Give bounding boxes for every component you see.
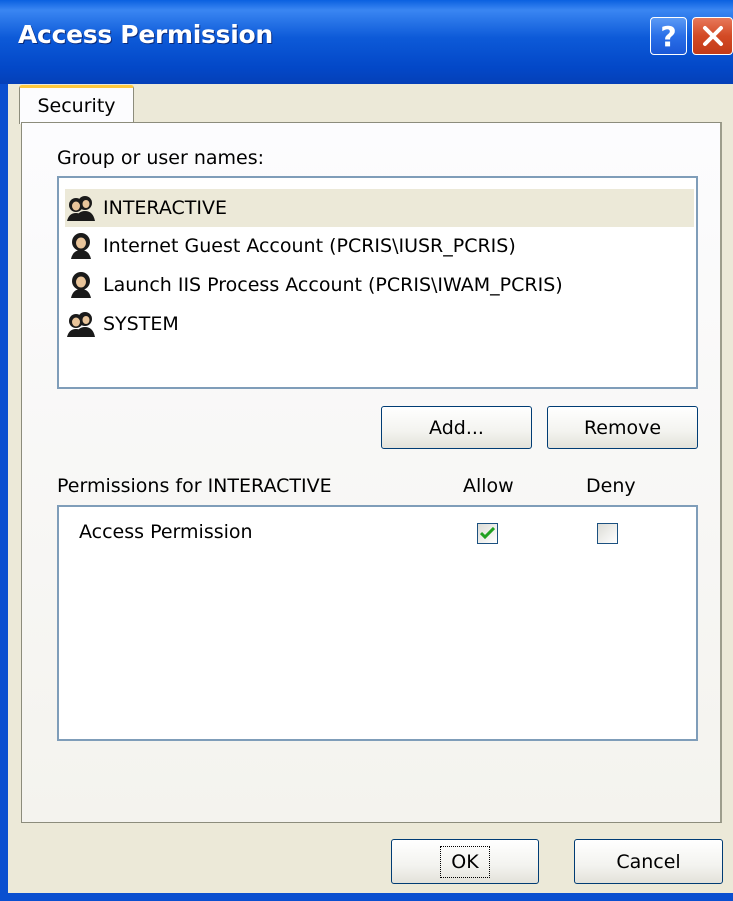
remove-button-label: Remove <box>583 416 662 439</box>
close-icon <box>702 26 723 46</box>
list-item-label: INTERACTIVE <box>103 197 228 219</box>
group-names-label: Group or user names: <box>57 147 265 169</box>
remove-button[interactable]: Remove <box>547 406 698 449</box>
window-border-bottom <box>0 893 733 901</box>
window-border-left <box>0 84 8 901</box>
user-icon <box>65 231 97 261</box>
help-button[interactable]: ? <box>650 17 687 55</box>
users-group-icon <box>65 309 97 339</box>
permission-name: Access Permission <box>79 521 253 543</box>
permissions-listbox[interactable]: Access Permission <box>57 505 698 741</box>
allow-checkbox[interactable] <box>477 523 498 544</box>
tab-security-label: Security <box>37 95 116 117</box>
list-item-label: SYSTEM <box>103 313 179 335</box>
list-item-launch-iis-process-account[interactable]: Launch IIS Process Account (PCRIS\IWAM_P… <box>65 266 563 304</box>
permissions-label: Permissions for INTERACTIVE <box>57 475 332 497</box>
deny-header: Deny <box>586 475 636 497</box>
deny-checkbox[interactable] <box>597 523 618 544</box>
add-button-label: Add... <box>429 416 484 439</box>
cancel-button-label: Cancel <box>616 850 681 873</box>
list-item-system[interactable]: SYSTEM <box>65 305 179 343</box>
ok-button-label: OK <box>440 845 490 878</box>
list-item-label: Launch IIS Process Account (PCRIS\IWAM_P… <box>103 274 563 296</box>
group-user-listbox[interactable]: INTERACTIVE Internet Guest Account (PCRI… <box>57 176 698 389</box>
permission-row: Access Permission <box>59 507 696 557</box>
list-item-interactive[interactable]: INTERACTIVE <box>65 189 694 227</box>
user-icon <box>65 270 97 300</box>
cancel-button[interactable]: Cancel <box>574 839 723 884</box>
users-group-icon <box>65 193 97 223</box>
access-permission-dialog: Access Permission ? Security Group or us… <box>0 0 733 901</box>
tab-security[interactable]: Security <box>19 85 134 124</box>
list-item-internet-guest-account[interactable]: Internet Guest Account (PCRIS\IUSR_PCRIS… <box>65 227 516 265</box>
add-button[interactable]: Add... <box>381 406 532 449</box>
allow-header: Allow <box>463 475 514 497</box>
close-button[interactable] <box>692 17 733 55</box>
list-item-label: Internet Guest Account (PCRIS\IUSR_PCRIS… <box>103 235 516 257</box>
checkmark-icon <box>480 527 495 540</box>
title-bar[interactable]: Access Permission ? <box>0 0 733 84</box>
help-icon: ? <box>660 19 677 53</box>
ok-button[interactable]: OK <box>391 839 539 884</box>
window-title: Access Permission <box>18 20 273 49</box>
